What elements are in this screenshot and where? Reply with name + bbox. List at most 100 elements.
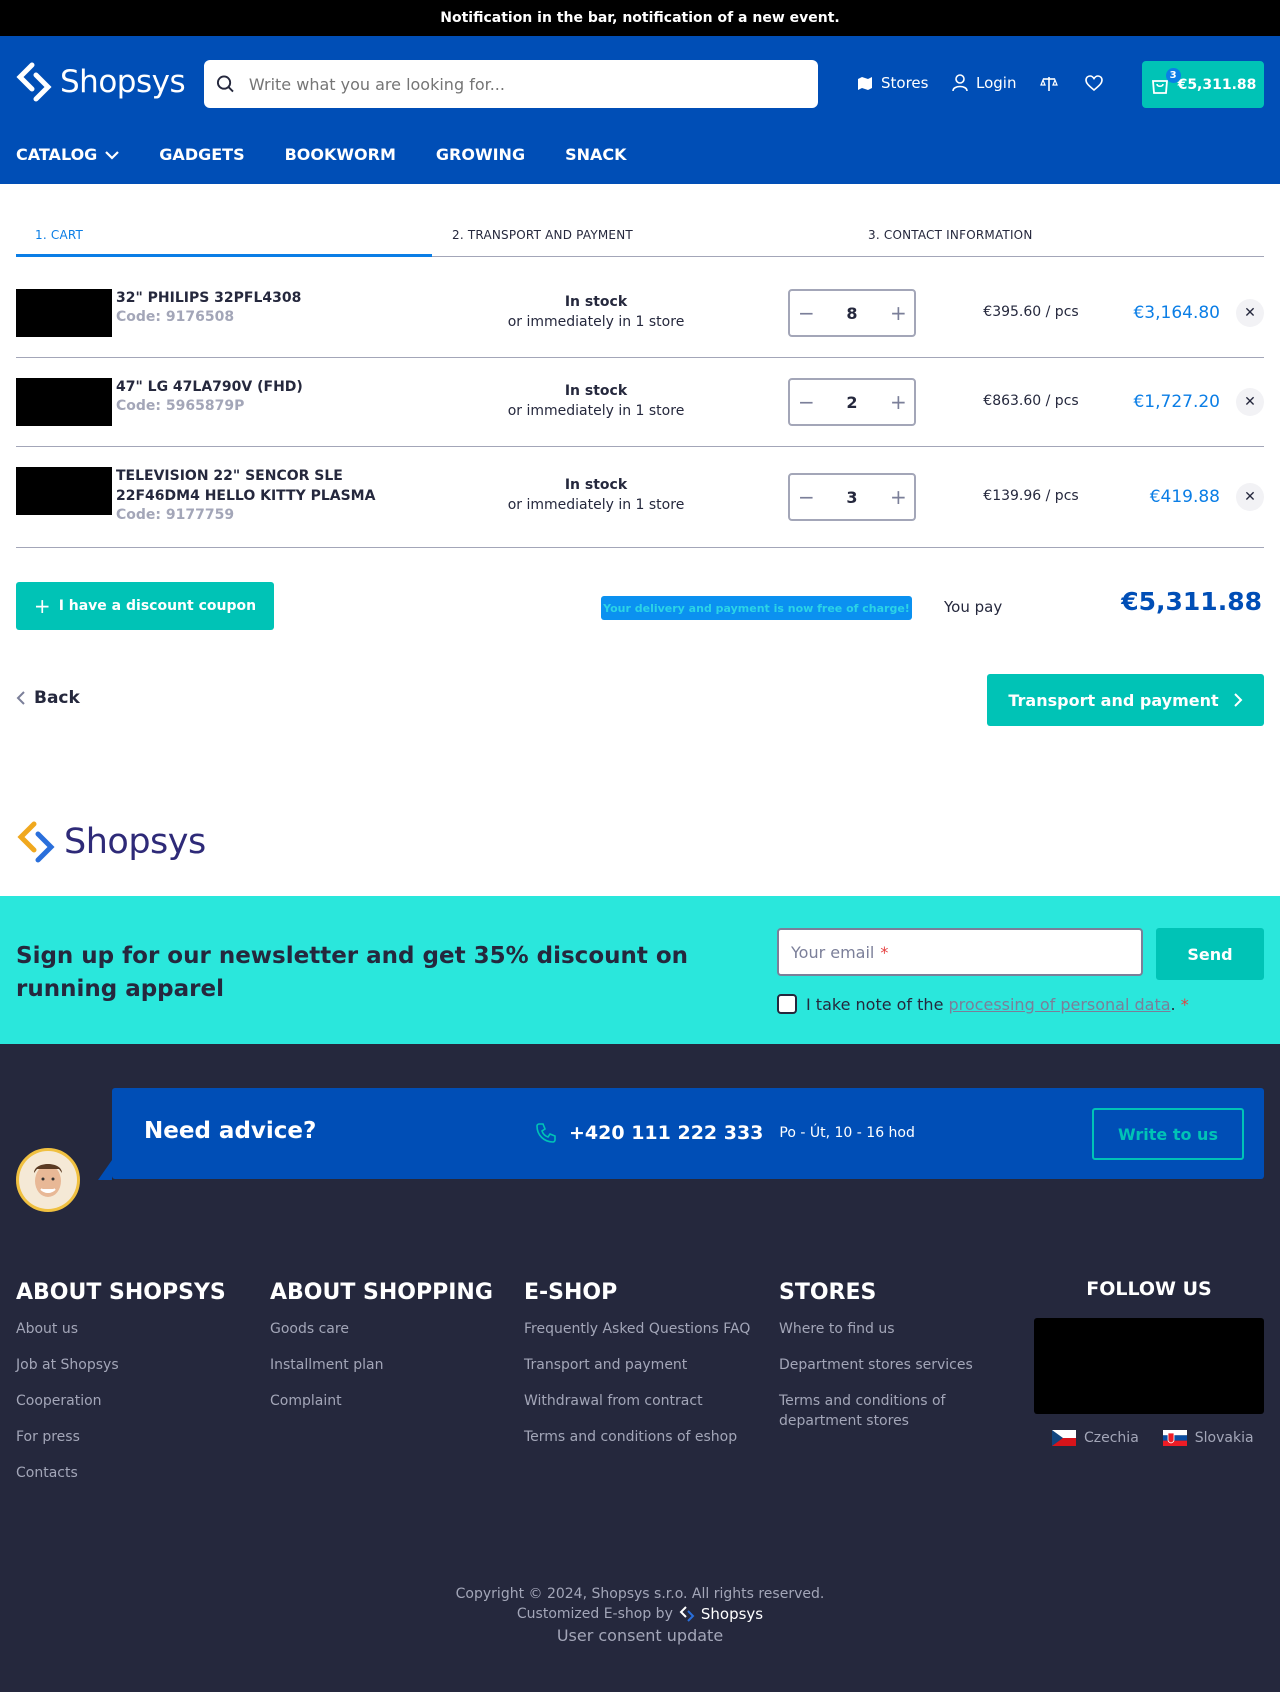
logo[interactable]: Shopsys xyxy=(16,62,186,102)
logo-icon xyxy=(17,821,55,863)
opening-hours: Po - Út, 10 - 16 hod xyxy=(779,1125,915,1141)
footer-link[interactable]: About us xyxy=(16,1319,256,1339)
close-icon: ✕ xyxy=(1244,394,1256,410)
logo-icon xyxy=(16,62,52,102)
product-image[interactable] xyxy=(16,289,112,337)
you-pay-label: You pay xyxy=(944,598,1003,616)
product-image[interactable] xyxy=(16,467,112,515)
quantity-stepper[interactable]: − 3 + xyxy=(788,473,916,521)
close-icon: ✕ xyxy=(1244,305,1256,321)
back-label: Back xyxy=(34,688,80,708)
slovak-flag-icon xyxy=(1162,1430,1187,1446)
footer-link[interactable]: Job at Shopsys xyxy=(16,1355,256,1375)
store-availability: or immediately in 1 store xyxy=(507,314,685,330)
write-to-us-button[interactable]: Write to us xyxy=(1092,1108,1244,1160)
cart-button[interactable]: 3 €5,311.88 xyxy=(1142,61,1264,108)
decrease-button[interactable]: − xyxy=(798,485,815,509)
search-box[interactable] xyxy=(204,60,818,108)
shopsys-logo-icon xyxy=(679,1606,695,1622)
increase-button[interactable]: + xyxy=(890,390,907,414)
step-cart[interactable]: 1. CART xyxy=(35,228,83,242)
quantity-stepper[interactable]: − 8 + xyxy=(788,289,916,337)
footer-link[interactable]: Frequently Asked Questions FAQ xyxy=(524,1319,764,1339)
quantity-value[interactable]: 3 xyxy=(846,488,857,507)
line-total: €1,727.20 xyxy=(1133,392,1220,412)
increase-button[interactable]: + xyxy=(890,485,907,509)
transport-payment-button[interactable]: Transport and payment xyxy=(987,674,1264,726)
product-name[interactable]: 47" LG 47LA790V (FHD) xyxy=(116,377,303,397)
footer-link[interactable]: Terms and conditions of eshop xyxy=(524,1427,764,1447)
store-availability: or immediately in 1 store xyxy=(507,497,685,513)
quantity-value[interactable]: 2 xyxy=(846,393,857,412)
footer-link[interactable]: Where to find us xyxy=(779,1319,979,1339)
cart-icon: 3 xyxy=(1150,67,1181,95)
email-field[interactable]: Your email * xyxy=(777,928,1143,976)
footer-link[interactable]: Complaint xyxy=(270,1391,510,1411)
step-transport[interactable]: 2. TRANSPORT AND PAYMENT xyxy=(452,228,633,242)
nav-item-snack[interactable]: SNACK xyxy=(565,145,626,164)
login-link[interactable]: Login xyxy=(952,74,1016,92)
discount-coupon-button[interactable]: + I have a discount coupon xyxy=(16,582,274,630)
search-input[interactable] xyxy=(248,74,818,94)
heart-icon[interactable] xyxy=(1085,75,1103,96)
footer-link[interactable]: Contacts xyxy=(16,1463,256,1483)
footer-logo[interactable]: Shopsys xyxy=(16,820,206,864)
footer-link[interactable]: Transport and payment xyxy=(524,1355,764,1375)
logo-text: Shopsys xyxy=(60,64,186,100)
product-name[interactable]: TELEVISION 22" SENCOR SLE 22F46DM4 HELLO… xyxy=(116,466,375,506)
stores-link[interactable]: Stores xyxy=(857,74,928,92)
compare-icon[interactable] xyxy=(1040,75,1058,97)
social-embed[interactable] xyxy=(1034,1318,1264,1414)
product-code: Code: 5965879P xyxy=(116,398,245,414)
privacy-link[interactable]: processing of personal data xyxy=(949,995,1171,1014)
product-name-line: 22F46DM4 HELLO KITTY PLASMA xyxy=(116,488,376,504)
login-label: Login xyxy=(976,74,1017,92)
decrease-button[interactable]: − xyxy=(798,301,815,325)
phone-icon xyxy=(536,1123,556,1143)
footer-link[interactable]: Installment plan xyxy=(270,1355,510,1375)
quantity-stepper[interactable]: − 2 + xyxy=(788,378,916,426)
increase-button[interactable]: + xyxy=(890,301,907,325)
unit-price: €395.60 / pcs xyxy=(983,304,1079,320)
footer-link[interactable]: Withdrawal from contract xyxy=(524,1391,764,1411)
send-button[interactable]: Send xyxy=(1156,928,1264,980)
nav-item-catalog[interactable]: CATALOG xyxy=(16,145,120,164)
user-consent-update-link[interactable]: User consent update xyxy=(0,1626,1280,1645)
product-code: Code: 9177759 xyxy=(116,507,235,523)
footer-link[interactable]: Cooperation xyxy=(16,1391,256,1411)
footer-link[interactable]: Goods care xyxy=(270,1319,510,1339)
availability: In stock or immediately in 1 store xyxy=(496,292,696,332)
checkout-steps: 1. CART 2. TRANSPORT AND PAYMENT 3. CONT… xyxy=(16,220,1264,257)
cart-badge: 3 xyxy=(1165,67,1181,83)
decrease-button[interactable]: − xyxy=(798,390,815,414)
required-mark: * xyxy=(880,942,889,962)
nav-item-bookworm[interactable]: BOOKWORM xyxy=(285,145,396,164)
chevron-left-icon xyxy=(16,691,25,705)
consent-checkbox[interactable] xyxy=(777,994,797,1014)
consent-prefix: I take note of the xyxy=(806,994,944,1014)
remove-item-button[interactable]: ✕ xyxy=(1236,388,1264,416)
brand-label[interactable]: Shopsys xyxy=(701,1604,763,1624)
product-name[interactable]: 32" PHILIPS 32PFL4308 xyxy=(116,288,301,308)
footer-col-stores: STORES Where to find us Department store… xyxy=(779,1280,979,1447)
footer-link[interactable]: For press xyxy=(16,1427,256,1447)
chevron-right-icon xyxy=(1233,693,1243,707)
lang-czechia[interactable]: Czechia xyxy=(1052,1430,1139,1446)
remove-item-button[interactable]: ✕ xyxy=(1236,483,1264,511)
copyright-text: Copyright © 2024, Shopsys s.r.o. All rig… xyxy=(455,1586,825,1602)
nav-item-growing[interactable]: GROWING xyxy=(436,145,525,164)
footer-link[interactable]: Terms and conditions of department store… xyxy=(779,1391,979,1431)
step-contact[interactable]: 3. CONTACT INFORMATION xyxy=(868,228,1033,242)
back-button[interactable]: Back xyxy=(16,688,80,708)
phone-contact[interactable]: +420 111 222 333 Po - Út, 10 - 16 hod xyxy=(535,1122,915,1144)
footer-link[interactable]: Department stores services xyxy=(779,1355,979,1375)
cart-row: TELEVISION 22" SENCOR SLE 22F46DM4 HELLO… xyxy=(16,447,1264,548)
next-label: Transport and payment xyxy=(1008,690,1219,710)
quantity-value[interactable]: 8 xyxy=(846,304,857,323)
consent-suffix: . xyxy=(1170,994,1176,1014)
coupon-label: I have a discount coupon xyxy=(58,598,257,614)
product-image[interactable] xyxy=(16,378,112,426)
remove-item-button[interactable]: ✕ xyxy=(1236,299,1264,327)
lang-slovakia[interactable]: Slovakia xyxy=(1162,1430,1254,1446)
nav-item-gadgets[interactable]: GADGETS xyxy=(159,145,244,164)
